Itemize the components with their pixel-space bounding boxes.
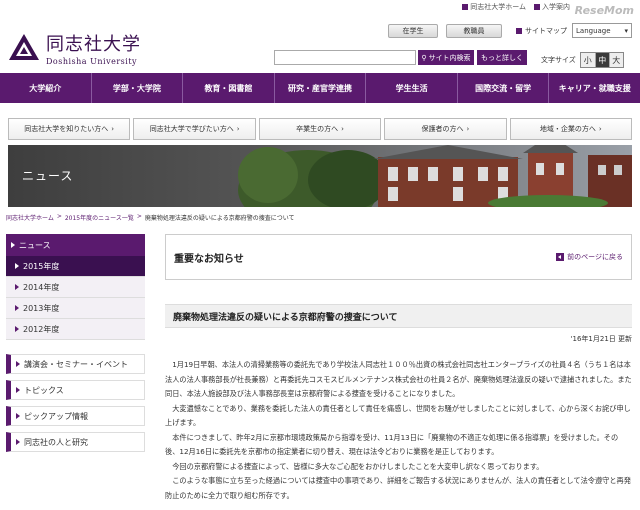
gnav-career[interactable]: キャリア・就職支援 [549,73,640,103]
logo-title: 同志社大学 [46,34,141,55]
triangle-right-icon [16,387,20,393]
subnav-parents[interactable]: 保護者の方へ [384,118,507,140]
sidebar-item-topics[interactable]: トピックス [6,380,145,400]
global-nav: 大学紹介 学部・大学院 教育・図書館 研究・産官学連携 学生生活 国際交流・留学… [0,73,640,103]
sitemap-link[interactable]: サイトマップ [516,26,567,36]
top-utility-bar: 同志社大学ホーム 入学案内 ReseMom [0,0,640,17]
breadcrumb: 同志社大学ホーム > 2015年度のニュース一覧 > 廃棄物処理法違反の疑いによ… [6,213,295,222]
gnav-student-life[interactable]: 学生生活 [366,73,458,103]
triangle-right-icon [16,413,20,419]
triangle-right-icon [15,284,19,290]
triangle-right-icon [11,242,15,248]
article-paragraph: このような事態に立ち至った経過については捜査中の事項であり、詳細をご報告する状況… [165,476,631,500]
breadcrumb-news-list[interactable]: 2015年度のニュース一覧 [65,213,134,222]
article-title: 廃棄物処理法違反の疑いによる京都府警の捜査について [165,304,632,328]
logo-subtitle: Doshisha University [46,57,138,66]
subnav-community[interactable]: 地域・企業の方へ [509,118,633,140]
breadcrumb-current: 廃棄物処理法違反の疑いによる京都府警の捜査について [144,215,295,222]
top-links: 同志社大学ホーム 入学案内 [462,2,570,12]
gnav-research[interactable]: 研究・産官学連携 [275,73,367,103]
breadcrumb-home[interactable]: 同志社大学ホーム [6,213,54,222]
search-input[interactable] [274,50,416,65]
watermark: ReseMom [574,4,634,17]
font-size-small[interactable]: 小 [580,53,595,67]
sidebar: ニュース 2015年度 2014年度 2013年度 2012年度 講演会・セミナ… [6,234,145,452]
students-button[interactable]: 在学生 [388,24,438,38]
sidebar-year-2015[interactable]: 2015年度 [6,256,145,277]
advanced-search-button[interactable]: もっと詳しく [477,50,527,65]
language-select[interactable]: Language ▾ [572,23,632,38]
back-arrow-icon [556,253,565,261]
toplink-home[interactable]: 同志社大学ホーム [462,2,526,12]
gnav-faculties[interactable]: 学部・大学院 [92,73,184,103]
chevron-down-icon: ▾ [624,26,628,35]
site-logo[interactable]: 同志社大学 Doshisha University [8,30,141,66]
sidebar-item-events[interactable]: 講演会・セミナー・イベント [6,354,145,374]
square-bullet-icon [516,28,522,34]
triangle-right-icon [15,326,19,332]
notice-header: 重要なお知らせ 前のページに戻る [165,234,632,280]
subnav-learn[interactable]: 同志社大学で学びたい方へ [133,118,256,140]
triangle-right-icon [16,439,20,445]
article-paragraph: 今回の京都府警による捜査によって、皆様に多大なご心配をおかけしましたことを大変申… [172,461,544,471]
sidebar-year-2012[interactable]: 2012年度 [6,319,145,340]
sidebar-item-people-research[interactable]: 同志社の人と研究 [6,432,145,452]
campus-photo [8,145,632,207]
banner-title: ニュース [22,169,74,183]
staff-button[interactable]: 教職員 [446,24,502,38]
audience-nav: 同志社大学を知りたい方へ 同志社大学で学びたい方へ 卒業生の方へ 保護者の方へ … [8,118,633,140]
back-link[interactable]: 前のページに戻る [556,252,623,262]
toplink-admission[interactable]: 入学案内 [534,2,570,12]
search-icon: ⚲ [421,53,427,62]
font-size-large[interactable]: 大 [608,53,623,67]
article-paragraph: 本件につきまして、昨年2月に京都市環境政策局から指導を受け、11月13日に「廃棄… [165,432,619,457]
notice-title: 重要なお知らせ [174,253,244,265]
doshisha-logo-icon [9,34,39,60]
square-bullet-icon [462,4,469,10]
subnav-alumni[interactable]: 卒業生の方へ [258,118,382,140]
update-date: '16年1月21日 更新 [570,335,632,343]
font-size-medium[interactable]: 中 [594,53,609,67]
sidebar-head-news[interactable]: ニュース [6,234,145,256]
sidebar-year-2013[interactable]: 2013年度 [6,298,145,319]
sidebar-item-pickup[interactable]: ピックアップ情報 [6,406,145,426]
sidebar-year-2014[interactable]: 2014年度 [6,277,145,298]
article-paragraph: 大変遺憾なことであり、業務を委託した法人の責任者として責任を痛感し、世間をお騒が… [165,403,631,428]
gnav-about[interactable]: 大学紹介 [0,73,92,103]
gnav-education[interactable]: 教育・図書館 [183,73,275,103]
triangle-right-icon [16,361,20,367]
site-search-button[interactable]: ⚲ サイト内検索 [418,50,474,65]
news-banner: ニュース [8,145,632,207]
font-size-control: 文字サイズ 小 中 大 [541,52,624,68]
article-paragraph: 1月19日早朝、本法人の清掃業務等の委託先であり学校法人同志社１００％出資の株式… [165,360,632,398]
gnav-international[interactable]: 国際交流・留学 [458,73,550,103]
subnav-prospective[interactable]: 同志社大学を知りたい方へ [8,118,131,140]
square-bullet-icon [534,4,540,10]
article-body: 1月19日早朝、本法人の清掃業務等の委託先であり学校法人同志社１００％出資の株式… [165,358,632,503]
triangle-right-icon [15,263,19,269]
triangle-right-icon [15,305,19,311]
main-content: 重要なお知らせ 前のページに戻る 廃棄物処理法違反の疑いによる京都府警の捜査につ… [165,234,632,503]
